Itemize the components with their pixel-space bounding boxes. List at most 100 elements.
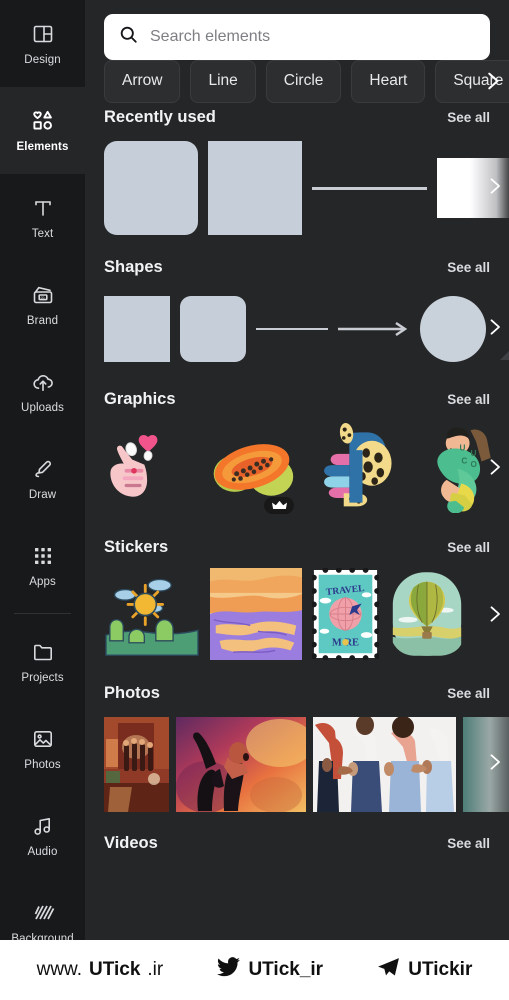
svg-text:co.: co. <box>40 296 45 300</box>
square-shape[interactable] <box>208 141 302 235</box>
sidebar-item-text[interactable]: Text <box>0 174 85 261</box>
section-title: Recently used <box>104 108 216 126</box>
background-icon <box>30 900 56 926</box>
purple-canyon-sticker[interactable] <box>210 568 302 664</box>
sidebar-item-label: Apps <box>29 576 56 588</box>
category-chips: Arrow Line Circle Heart Square <box>85 57 509 105</box>
watermark-telegram: UTickir <box>376 955 472 986</box>
search-icon <box>118 24 139 50</box>
line-shape[interactable] <box>312 141 427 235</box>
sun-landscape-sticker[interactable] <box>104 568 200 664</box>
section-graphics: Graphics See all U U C O <box>85 390 509 518</box>
watermark-telegram-handle: UTickir <box>408 959 473 980</box>
twitter-bird-icon <box>216 955 241 986</box>
chip-line[interactable]: Line <box>190 59 256 103</box>
telegram-plane-icon <box>376 955 401 986</box>
sidebar-item-label: Elements <box>16 141 69 153</box>
rounded-square-shape[interactable] <box>180 296 246 362</box>
see-all-link-shapes[interactable]: See all <box>447 260 490 275</box>
see-all-link-videos[interactable]: See all <box>447 836 490 851</box>
party-interior-photo[interactable] <box>104 716 169 812</box>
section-header: Photos See all <box>85 684 509 703</box>
audio-icon <box>30 813 56 839</box>
recently-used-next-icon[interactable] <box>482 169 506 203</box>
section-header: Stickers See all <box>85 538 509 557</box>
arrow-shape[interactable] <box>338 296 410 362</box>
sidebar-item-label: Design <box>24 54 61 66</box>
chips-next-icon[interactable] <box>479 66 505 96</box>
see-all-link-recently-used[interactable]: See all <box>447 110 490 125</box>
section-title: Videos <box>104 834 158 852</box>
projects-icon <box>30 639 56 665</box>
finger-heart-hand-graphic[interactable] <box>104 421 194 518</box>
svg-text:U: U <box>471 449 477 458</box>
stickers-next-icon[interactable] <box>482 597 506 631</box>
photos-row <box>85 714 509 814</box>
elements-panel: Arrow Line Circle Heart Square Recently … <box>85 0 509 940</box>
brand-icon: co. <box>30 282 56 308</box>
svg-text:O: O <box>471 460 478 469</box>
sidebar-item-label: Projects <box>21 672 64 684</box>
sidebar-item-draw[interactable]: Draw <box>0 435 85 522</box>
papaya-fruit-graphic[interactable] <box>204 421 300 518</box>
section-photos: Photos See all <box>85 684 509 814</box>
see-all-link-stickers[interactable]: See all <box>447 540 490 555</box>
watermark-site-prefix: www. <box>36 959 82 980</box>
shapes-row <box>85 288 509 370</box>
section-stickers: Stickers See all TRAVEL M RE <box>85 538 509 664</box>
line-shape[interactable] <box>256 296 328 362</box>
elements-scroll-content[interactable]: Recently used See all Shapes See all Gra… <box>85 108 509 940</box>
section-recently-used: Recently used See all <box>85 108 509 238</box>
rounded-square-shape[interactable] <box>104 141 198 235</box>
section-title: Photos <box>104 684 160 702</box>
sidebar-item-projects[interactable]: Projects <box>0 618 85 705</box>
sidebar-item-label: Text <box>31 228 54 240</box>
graphics-row: UUCO <box>85 420 509 518</box>
section-shapes: Shapes See all <box>85 258 509 370</box>
sidebar-item-uploads[interactable]: Uploads <box>0 348 85 435</box>
section-title: Graphics <box>104 390 176 408</box>
text-icon <box>30 195 56 221</box>
sidebar-item-design[interactable]: Design <box>0 0 85 87</box>
section-videos: Videos See all <box>85 834 509 853</box>
sidebar-item-brand[interactable]: co. Brand <box>0 261 85 348</box>
sidebar-item-elements[interactable]: Elements <box>0 87 85 174</box>
watermark-twitter-handle: UTick_ir <box>248 959 324 980</box>
svg-text:C: C <box>461 456 467 465</box>
sidebar-item-apps[interactable]: Apps <box>0 522 85 609</box>
chip-circle[interactable]: Circle <box>265 59 342 103</box>
see-all-link-graphics[interactable]: See all <box>447 392 490 407</box>
dancing-silhouette-photo[interactable] <box>176 716 306 812</box>
chip-arrow[interactable]: Arrow <box>104 59 181 103</box>
sidebar-item-label: Brand <box>26 315 59 327</box>
watermark-website: www. UTick .ir <box>37 959 164 981</box>
friends-holding-hands-photo[interactable] <box>313 716 456 812</box>
watermark-site-suffix: .ir <box>147 959 164 980</box>
section-title: Stickers <box>104 538 169 556</box>
draw-icon <box>30 456 56 482</box>
sidebar-item-photos[interactable]: Photos <box>0 705 85 792</box>
section-header: Videos See all <box>85 834 509 853</box>
see-all-link-photos[interactable]: See all <box>447 686 490 701</box>
watermark-bar: www. UTick .ir UTick_ir UTickir <box>0 940 509 1000</box>
circle-shape[interactable] <box>420 296 486 362</box>
sidebar-item-label: Uploads <box>21 402 64 414</box>
pro-badge <box>264 496 294 514</box>
search-input[interactable] <box>150 28 476 46</box>
search-bar[interactable] <box>104 14 490 60</box>
square-shape[interactable] <box>104 296 170 362</box>
shapes-next-icon[interactable] <box>482 310 506 344</box>
thumbs-up-hand-graphic[interactable] <box>310 421 400 518</box>
graphics-next-icon[interactable] <box>482 450 506 484</box>
sidebar-item-background[interactable]: Background <box>0 879 85 940</box>
section-header: Graphics See all <box>85 390 509 409</box>
elements-icon <box>30 108 56 134</box>
travel-more-stamp-sticker[interactable]: TRAVEL M RE <box>311 568 380 664</box>
hot-air-balloon-sticker[interactable] <box>389 568 465 664</box>
chip-heart[interactable]: Heart <box>351 59 426 103</box>
sidebar-item-audio[interactable]: Audio <box>0 792 85 879</box>
photos-icon <box>30 726 56 752</box>
photos-next-icon[interactable] <box>482 745 506 779</box>
sidebar-item-label: Photos <box>24 759 61 771</box>
watermark-site-name: UTick <box>89 959 141 980</box>
